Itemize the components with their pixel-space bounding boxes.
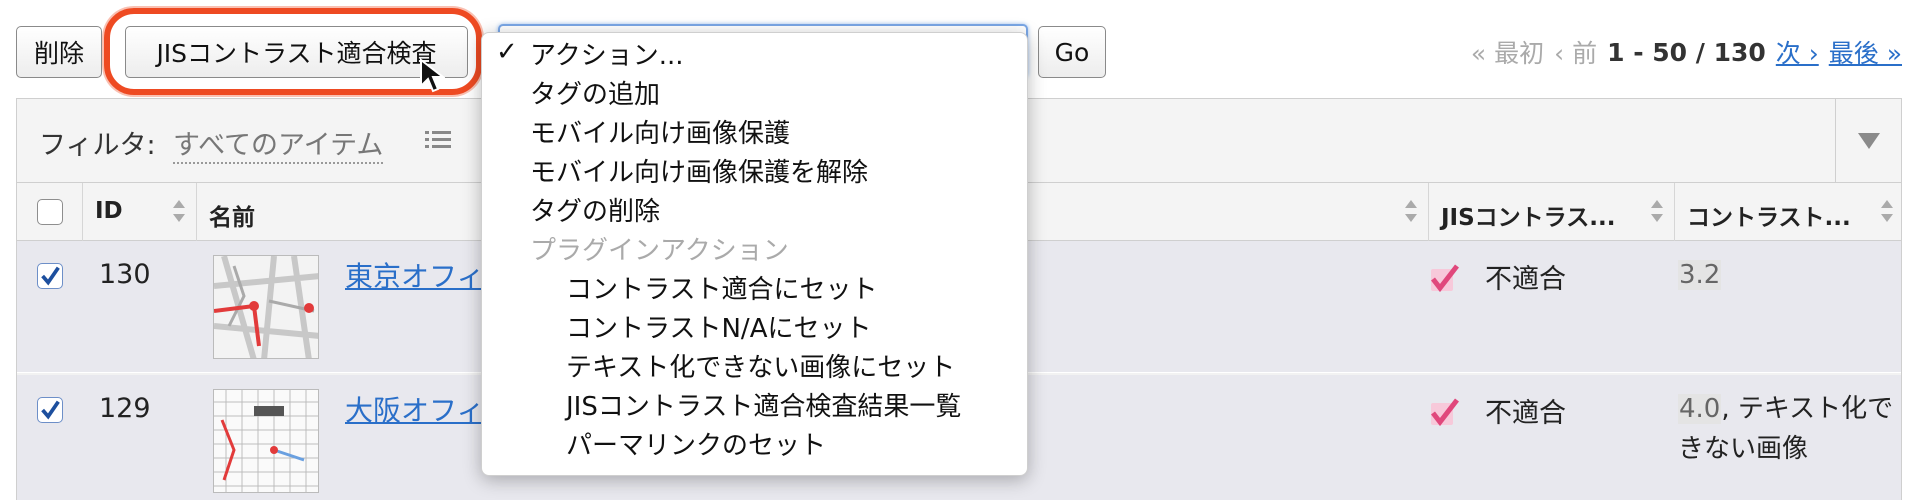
menu-item-set-contrast-pass[interactable]: コントラスト適合にセット bbox=[566, 269, 877, 306]
map-thumbnail[interactable] bbox=[213, 255, 319, 359]
selected-check-icon: ✓ bbox=[496, 37, 518, 67]
header-jis[interactable]: JISコントラス... bbox=[1429, 183, 1675, 241]
jis-status: 不適合 bbox=[1485, 264, 1566, 295]
menu-item-add-tag[interactable]: タグの追加 bbox=[530, 74, 660, 111]
menu-item-jis-results-list[interactable]: JISコントラスト適合検査結果一覧 bbox=[566, 386, 961, 423]
menu-item-mobile-unprotect[interactable]: モバイル向け画像保護を解除 bbox=[530, 152, 868, 189]
header-select-all bbox=[17, 183, 83, 241]
action-dropdown-menu: ✓ アクション... タグの追加 モバイル向け画像保護 モバイル向け画像保護を解… bbox=[481, 32, 1028, 476]
pagination: « 最初 ‹ 前 1 - 50 / 130 次 › 最後 » bbox=[1471, 34, 1902, 70]
header-id[interactable]: ID bbox=[83, 183, 197, 241]
arrow-cursor-icon bbox=[420, 58, 445, 93]
delete-button[interactable]: 削除 bbox=[16, 26, 102, 78]
filter-toggle-button[interactable] bbox=[1835, 99, 1901, 183]
map-image-icon bbox=[214, 256, 318, 358]
header-name-label: 名前 bbox=[209, 205, 255, 231]
list-icon[interactable] bbox=[425, 129, 451, 151]
contrast-value: 4.0 bbox=[1678, 394, 1722, 424]
sort-arrows-icon bbox=[1651, 200, 1663, 222]
menu-item-remove-tag[interactable]: タグの削除 bbox=[530, 191, 660, 228]
pager-range: 1 - 50 / 130 bbox=[1607, 37, 1766, 67]
header-id-label: ID bbox=[95, 198, 123, 224]
map-image-icon bbox=[214, 390, 318, 492]
triangle-down-icon bbox=[1858, 133, 1880, 149]
pager-first: « 最初 bbox=[1470, 39, 1545, 68]
map-thumbnail[interactable] bbox=[213, 389, 319, 493]
sort-arrows-icon bbox=[1881, 200, 1893, 222]
contrast-cell: 4.0, テキスト化できない画像 bbox=[1678, 389, 1898, 469]
jis-contrast-check-button[interactable]: JISコントラスト適合検査 bbox=[125, 26, 468, 78]
pager-next-link[interactable]: 次 › bbox=[1776, 34, 1819, 70]
pager-last-link[interactable]: 最後 » bbox=[1829, 34, 1902, 70]
menu-group-plugin-actions: プラグインアクション bbox=[530, 236, 789, 266]
contrast-cell: 3.2 bbox=[1678, 255, 1898, 295]
select-all-checkbox[interactable] bbox=[37, 199, 63, 225]
menu-item-mobile-protect[interactable]: モバイル向け画像保護 bbox=[530, 113, 790, 150]
contrast-value: 3.2 bbox=[1678, 260, 1722, 290]
menu-item-set-untextable-image[interactable]: テキスト化できない画像にセット bbox=[566, 347, 955, 384]
menu-item-set-contrast-na[interactable]: コントラストN/Aにセット bbox=[566, 308, 871, 345]
header-jis-label: JISコントラス... bbox=[1441, 205, 1616, 231]
row-checkbox[interactable] bbox=[37, 397, 63, 423]
row-name-link[interactable]: 東京オフィ bbox=[345, 255, 484, 295]
menu-item-action[interactable]: アクション... bbox=[530, 35, 684, 72]
row-checkbox[interactable] bbox=[37, 263, 63, 289]
menu-item-set-permalink[interactable]: パーマリンクのセット bbox=[566, 425, 826, 462]
sort-arrows-icon bbox=[173, 200, 185, 222]
pink-check-icon bbox=[1431, 398, 1459, 427]
pager-prev: ‹ 前 bbox=[1554, 39, 1598, 68]
sort-arrows-icon bbox=[1405, 200, 1417, 222]
pink-check-icon bbox=[1431, 264, 1459, 293]
header-contrast[interactable]: コントラスト... bbox=[1675, 183, 1901, 241]
filter-label: フィルタ: bbox=[39, 130, 156, 161]
jis-status: 不適合 bbox=[1485, 398, 1566, 429]
header-contrast-label: コントラスト... bbox=[1687, 205, 1851, 231]
row-id: 129 bbox=[99, 393, 151, 424]
filter-value-link[interactable]: すべてのアイテム bbox=[173, 123, 384, 164]
row-id: 130 bbox=[99, 259, 151, 290]
go-button[interactable]: Go bbox=[1038, 26, 1106, 78]
row-name-link[interactable]: 大阪オフィ bbox=[345, 389, 484, 429]
